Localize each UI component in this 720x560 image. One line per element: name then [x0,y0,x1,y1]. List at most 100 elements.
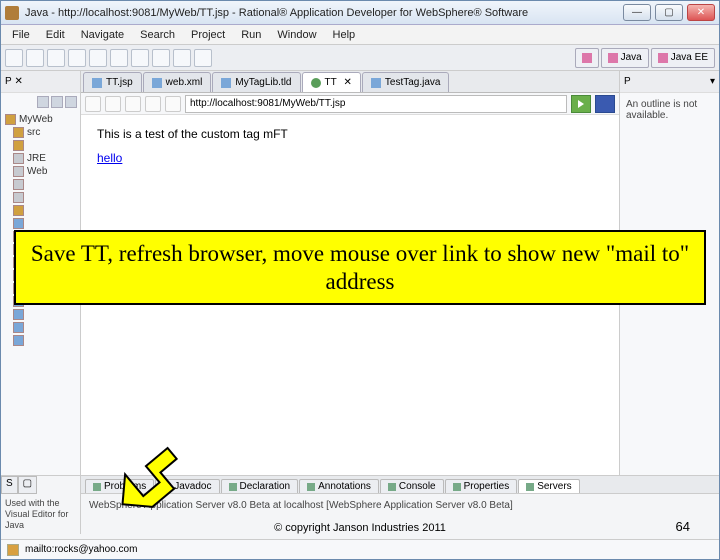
back-icon[interactable] [85,96,101,112]
tree-node [3,217,78,230]
right-tab[interactable]: P ▾ [620,71,719,93]
folder-icon [13,205,24,216]
build-icon[interactable] [110,49,128,67]
library-icon [13,153,24,164]
tab-servers[interactable]: Servers [518,479,579,493]
tree-node: Web [3,165,78,178]
tree-node [3,321,78,334]
tree-node: src [3,126,78,139]
library-icon [13,179,24,190]
url-input[interactable] [185,95,567,113]
open-perspective-button[interactable] [575,48,599,68]
perspective-icon [582,53,592,63]
perspective-javaee[interactable]: Java EE [651,48,715,68]
tree-node [3,204,78,217]
tab-properties[interactable]: Properties [445,479,518,493]
title-bar: Java - http://localhost:9081/MyWeb/TT.js… [1,1,719,25]
folder-icon [13,127,24,138]
navigate-button[interactable] [595,95,615,113]
menu-bar: File Edit Navigate Search Project Run Wi… [1,25,719,45]
tab-taglib[interactable]: MyTagLib.tld [212,72,300,92]
hello-link[interactable]: hello [97,151,122,165]
menu-window[interactable]: Window [270,27,323,43]
new-icon[interactable] [5,49,23,67]
menu-help[interactable]: Help [326,27,363,43]
file-icon [13,322,24,333]
tree-node [3,334,78,347]
outline-text: An outline is not available. [620,93,719,127]
collapse-icon[interactable] [37,96,49,108]
app-icon [5,6,19,20]
pointer-arrow [120,442,190,512]
annotations-icon [307,483,315,491]
toolbar: Java Java EE [1,45,719,71]
menu-navigate[interactable]: Navigate [74,27,131,43]
tab-testtag-java[interactable]: TestTag.java [362,72,450,92]
search2-icon[interactable] [131,49,149,67]
snippets-tab[interactable]: S [1,476,18,494]
close-button[interactable]: ✕ [687,4,715,21]
java-icon [371,78,381,88]
tab-tt-jsp[interactable]: TT.jsp [83,72,142,92]
slide-number: 64 [676,519,690,534]
problems-icon [93,483,101,491]
go-button[interactable] [571,95,591,113]
snippets-text: Used with the Visual Editor for Java [1,494,80,534]
file-icon [13,218,24,229]
globe-icon [311,78,321,88]
home-icon[interactable] [165,96,181,112]
run-icon[interactable] [89,49,107,67]
file-icon [13,309,24,320]
xml-icon [152,78,162,88]
refresh-icon[interactable] [145,96,161,112]
tool-icon[interactable] [173,49,191,67]
perspective-switcher: Java Java EE [575,48,715,68]
forward-icon[interactable] [105,96,121,112]
menu-file[interactable]: File [5,27,37,43]
tool2-icon[interactable] [194,49,212,67]
tab-tt-browser[interactable]: TT ✕ [302,72,361,92]
tab-console[interactable]: Console [380,479,444,493]
open-type-icon[interactable] [152,49,170,67]
tab-web-xml[interactable]: web.xml [143,72,212,92]
tab-declaration[interactable]: Declaration [221,479,299,493]
stop-icon[interactable] [125,96,141,112]
print-icon[interactable] [47,49,65,67]
file-icon [13,335,24,346]
menu-project[interactable]: Project [184,27,232,43]
instruction-callout: Save TT, refresh browser, move mouse ove… [14,230,706,305]
debug-icon[interactable] [68,49,86,67]
library-icon [13,192,24,203]
snippets-panel: S▢ Used with the Visual Editor for Java [1,476,81,534]
project-node: MyWeb [3,113,78,126]
link-icon[interactable] [51,96,63,108]
menu-edit[interactable]: Edit [39,27,72,43]
page-text: This is a test of the custom tag mFT [97,127,603,141]
tree-node [3,308,78,321]
servers-icon [526,483,534,491]
snippets-tab2[interactable]: ▢ [18,476,37,494]
panel-menu-icon[interactable]: ▾ [710,76,715,87]
console-icon [388,483,396,491]
minimize-button[interactable]: — [623,4,651,21]
tree-node [3,178,78,191]
status-icon [7,544,19,556]
window-controls: — ▢ ✕ [623,4,715,21]
window-title: Java - http://localhost:9081/MyWeb/TT.js… [25,7,623,19]
tree-node: JRE [3,152,78,165]
perspective-java[interactable]: Java [601,48,649,68]
maximize-button[interactable]: ▢ [655,4,683,21]
tld-icon [221,78,231,88]
save-icon[interactable] [26,49,44,67]
menu-search[interactable]: Search [133,27,182,43]
tree-node [3,139,78,152]
menu-icon[interactable] [65,96,77,108]
status-bar: mailto:rocks@yahoo.com [1,539,719,559]
tab-annotations[interactable]: Annotations [299,479,379,493]
project-icon [5,114,16,125]
left-tab[interactable]: P ✕ [1,71,80,93]
library-icon [13,166,24,177]
browser-toolbar [81,93,619,115]
properties-icon [453,483,461,491]
menu-run[interactable]: Run [234,27,268,43]
